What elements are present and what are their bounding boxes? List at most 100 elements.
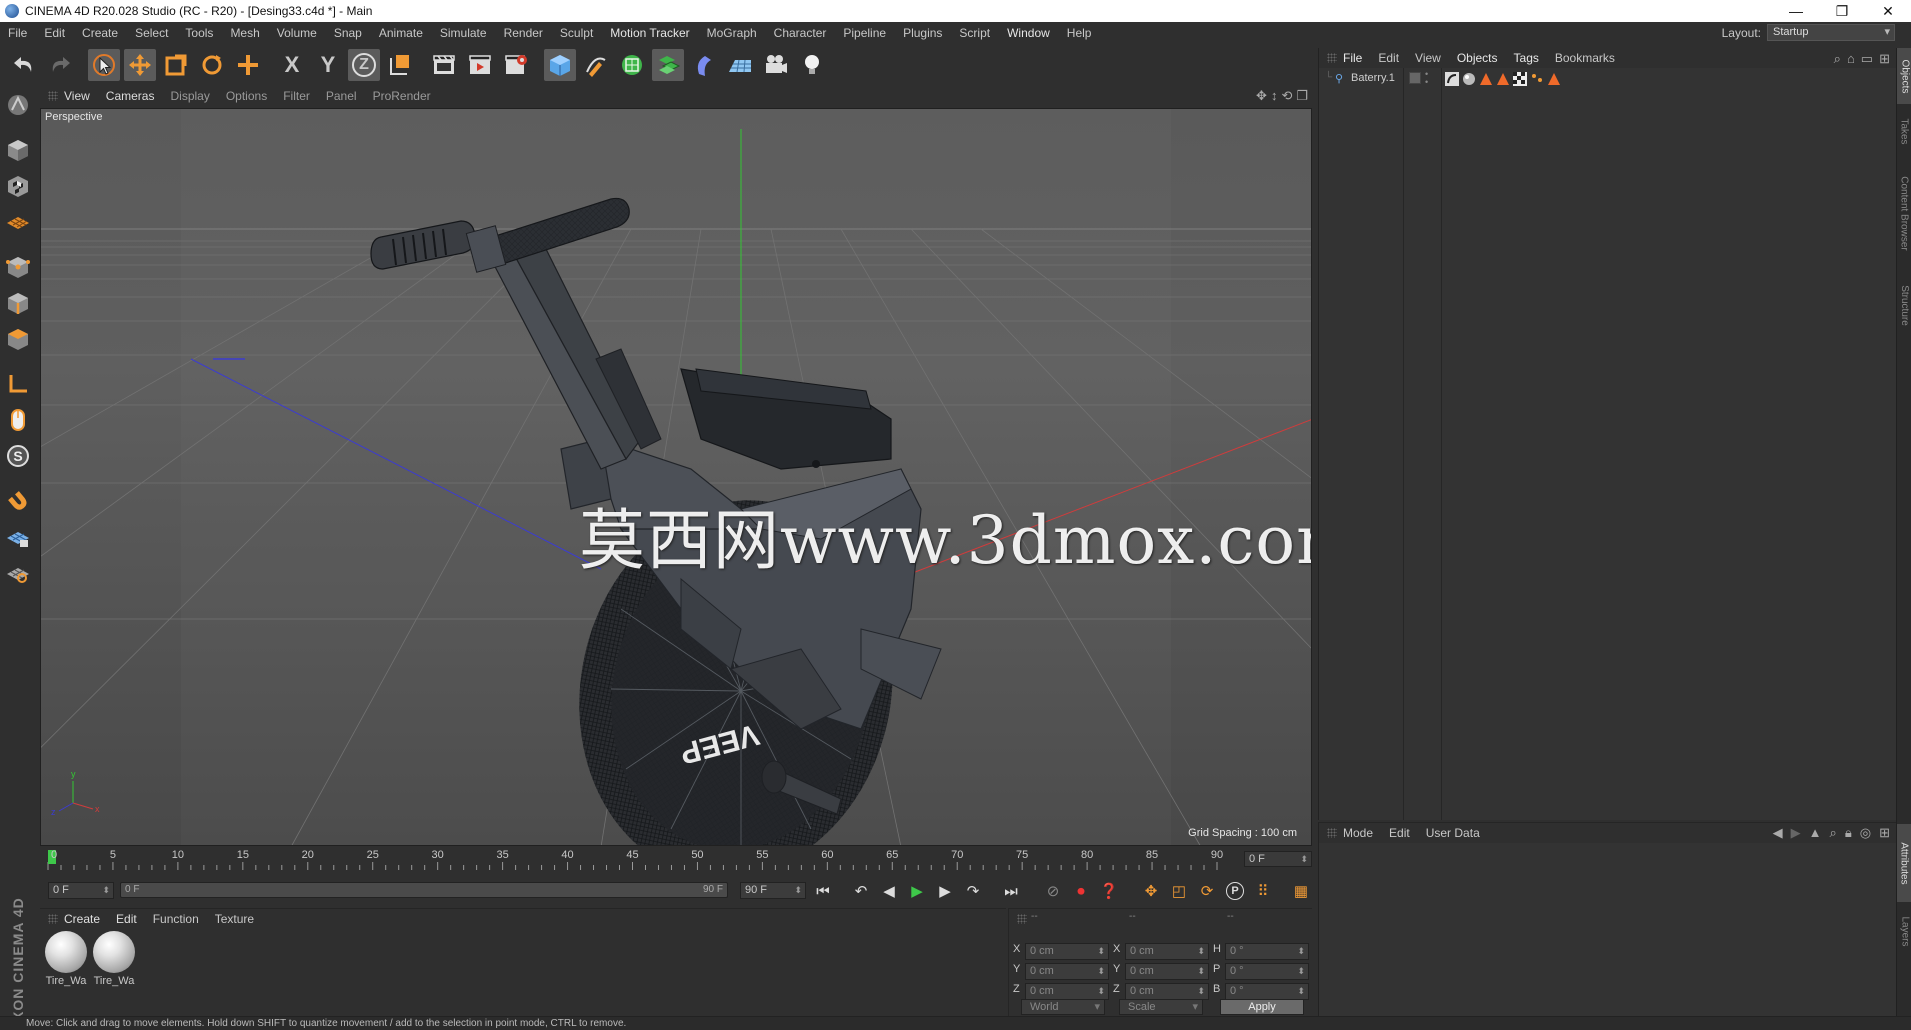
coordinate-system-button[interactable] [384,49,416,81]
visibility-dots-icon[interactable]: • • [1425,70,1428,87]
menu-create[interactable]: Create [82,26,118,40]
timeline-ruler[interactable]: 0 5 10 15 20 25 30 35 40 45 50 55 60 65 70 75 80 85 90 0 F… [40,848,1312,872]
size-z-field[interactable]: 0 cm ⬍ [1125,983,1209,1000]
planar-workplane-button[interactable] [2,557,34,589]
om-menu-bookmarks[interactable]: Bookmarks [1555,51,1615,65]
goto-end-button[interactable]: ⏭ [998,879,1024,903]
tab-objects[interactable]: Objects [1897,48,1911,104]
rotate-tool-button[interactable] [196,49,228,81]
live-selection-button[interactable] [88,49,120,81]
timeline-window-button[interactable]: ▦ [1288,879,1314,903]
om-menu-view[interactable]: View [1415,51,1441,65]
warning-tag-icon[interactable] [1547,72,1561,86]
menu-pipeline[interactable]: Pipeline [843,26,886,40]
back-arrow-icon[interactable]: ◀ [1773,825,1783,841]
checker-tag-icon[interactable] [1513,72,1527,86]
om-menu-edit[interactable]: Edit [1378,51,1399,65]
menu-file[interactable]: File [8,26,27,40]
x-axis-lock-button[interactable]: X [276,49,308,81]
coordinate-space-select[interactable]: World ▾ [1021,999,1105,1015]
play-button[interactable]: ▶ [904,879,930,903]
size-x-field[interactable]: 0 cm ⬍ [1125,943,1209,960]
preview-range-slider[interactable]: 0 F 90 F [120,882,728,898]
object-row[interactable]: └ ⚲ Baterry.1 • • [1319,70,1897,88]
edges-mode-button[interactable] [2,287,34,319]
deformer-button[interactable] [688,49,720,81]
viewport-menu-panel[interactable]: Panel [326,89,357,103]
viewport-menu-display[interactable]: Display [170,89,209,103]
menu-character[interactable]: Character [774,26,827,40]
record-keys-button[interactable]: ⏺ [1068,879,1094,903]
menu-render[interactable]: Render [504,26,543,40]
material-swatch[interactable]: Tire_Wa [91,931,137,987]
tab-content-browser[interactable]: Content Browser [1897,158,1911,268]
key-rotation-button[interactable]: ⟳ [1194,879,1220,903]
size-y-field[interactable]: 0 cm ⬍ [1125,963,1209,980]
material-tag-icon[interactable] [1462,72,1476,86]
menu-plugins[interactable]: Plugins [903,26,942,40]
motion-record-button[interactable]: ⊘ [1040,879,1066,903]
lock-icon[interactable]: 🔒︎ [1845,825,1852,841]
workplane-mode-button[interactable] [2,206,34,238]
menu-motion-tracker[interactable]: Motion Tracker [610,26,689,40]
rotation-h-field[interactable]: 0 ° ⬍ [1225,943,1309,960]
material-swatch[interactable]: Tire_Wa [43,931,89,987]
next-frame-button[interactable]: ▶ [932,879,958,903]
key-parameter-button[interactable]: P [1222,879,1248,903]
array-generator-button[interactable] [652,49,684,81]
apply-button[interactable]: Apply [1220,999,1304,1015]
viewport-menu-view[interactable]: View [64,89,90,103]
recent-tools-button[interactable] [232,49,264,81]
rotation-b-field[interactable]: 0 ° ⬍ [1225,983,1309,1000]
menu-animate[interactable]: Animate [379,26,423,40]
selection-tag-icon[interactable] [1530,72,1544,86]
locked-workplane-button[interactable] [2,521,34,553]
zoom-view-icon[interactable]: ↕ [1271,88,1278,104]
prev-frame-button[interactable]: ◀ [876,879,902,903]
material-menu-texture[interactable]: Texture [215,912,254,926]
search-icon[interactable]: ⌕ [1830,825,1837,841]
tab-layers[interactable]: Layers [1897,904,1911,958]
subdivision-surface-button[interactable] [616,49,648,81]
maximize-view-icon[interactable]: ❐ [1296,88,1308,104]
menu-tools[interactable]: Tools [185,26,213,40]
om-menu-tags[interactable]: Tags [1514,51,1539,65]
menu-simulate[interactable]: Simulate [440,26,487,40]
viewport-menu-filter[interactable]: Filter [283,89,310,103]
snap-button[interactable] [2,485,34,517]
home-icon[interactable]: ⌂ [1847,51,1855,67]
am-menu-mode[interactable]: Mode [1343,826,1373,840]
target-icon[interactable]: ◎ [1860,825,1871,841]
am-menu-edit[interactable]: Edit [1389,826,1410,840]
prev-key-button[interactable]: ↶ [848,879,874,903]
layer-icon[interactable] [1409,72,1421,84]
material-menu-function[interactable]: Function [153,912,199,926]
z-axis-lock-button[interactable]: Z [348,49,380,81]
menu-volume[interactable]: Volume [277,26,317,40]
om-menu-file[interactable]: File [1343,51,1362,65]
menu-window[interactable]: Window [1007,26,1050,40]
position-y-field[interactable]: 0 cm ⬍ [1025,963,1109,980]
rotation-p-field[interactable]: 0 ° ⬍ [1225,963,1309,980]
warning-tag-icon[interactable] [1496,72,1510,86]
next-key-button[interactable]: ↷ [960,879,986,903]
pen-spline-button[interactable] [580,49,612,81]
am-menu-user-data[interactable]: User Data [1426,826,1480,840]
goto-start-button[interactable]: ⏮ [810,879,836,903]
move-tool-button[interactable] [124,49,156,81]
key-scale-button[interactable]: ◰ [1166,879,1192,903]
redo-button[interactable] [44,49,76,81]
make-editable-button[interactable] [2,89,34,121]
close-button[interactable]: ✕ [1865,0,1911,22]
menu-select[interactable]: Select [135,26,168,40]
material-menu-create[interactable]: Create [64,912,100,926]
layout-select[interactable]: Startup [1767,24,1895,41]
menu-mesh[interactable]: Mesh [230,26,259,40]
texture-mode-button[interactable] [2,170,34,202]
position-x-field[interactable]: 0 cm ⬍ [1025,943,1109,960]
floor-object-button[interactable] [724,49,756,81]
model-mode-button[interactable] [2,134,34,166]
menu-snap[interactable]: Snap [334,26,362,40]
y-axis-lock-button[interactable]: Y [312,49,344,81]
search-icon[interactable]: ⌕ [1834,51,1841,67]
